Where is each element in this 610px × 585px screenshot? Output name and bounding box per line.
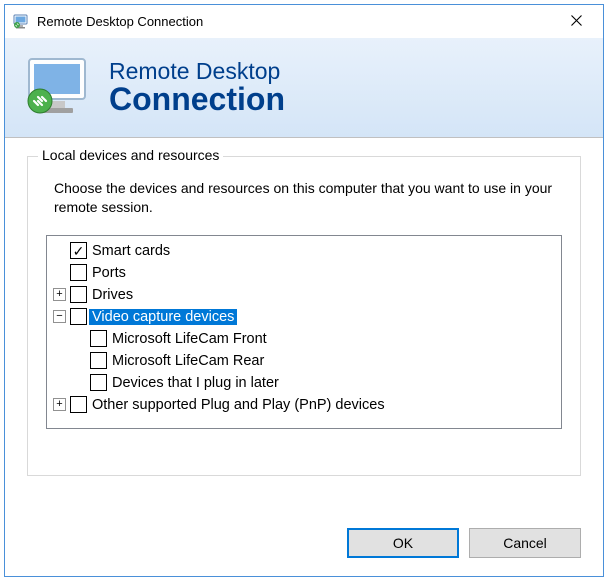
tree-item-label: Microsoft LifeCam Rear [109, 353, 267, 369]
expander-spacer [73, 354, 86, 367]
tree-item-lifecam-front[interactable]: Microsoft LifeCam Front [53, 328, 555, 350]
tree-item-label: Drives [89, 287, 136, 303]
expander-spacer [53, 266, 66, 279]
checkbox[interactable] [90, 330, 107, 347]
window-title: Remote Desktop Connection [37, 14, 553, 29]
tree-item-plug-in-later[interactable]: Devices that I plug in later [53, 372, 555, 394]
dialog-window: Remote Desktop Connection Remote Desktop… [4, 4, 604, 577]
tree-item-label: Microsoft LifeCam Front [109, 331, 270, 347]
checkbox[interactable] [90, 352, 107, 369]
banner: Remote Desktop Connection [5, 38, 603, 138]
checkbox[interactable] [90, 374, 107, 391]
expander-spacer [73, 376, 86, 389]
app-icon [13, 14, 29, 30]
ok-button[interactable]: OK [347, 528, 459, 558]
tree-item-other-pnp[interactable]: + Other supported Plug and Play (PnP) de… [53, 394, 555, 416]
expand-icon[interactable]: + [53, 398, 66, 411]
expander-spacer [53, 244, 66, 257]
tree-item-ports[interactable]: Ports [53, 262, 555, 284]
checkbox[interactable] [70, 308, 87, 325]
tree-item-smart-cards[interactable]: ✓ Smart cards [53, 240, 555, 262]
expander-spacer [73, 332, 86, 345]
tree-item-label: Devices that I plug in later [109, 375, 282, 391]
cancel-button[interactable]: Cancel [469, 528, 581, 558]
checkbox[interactable]: ✓ [70, 242, 87, 259]
banner-title-2: Connection [109, 83, 285, 117]
tree-item-label: Smart cards [89, 243, 173, 259]
content-area: Local devices and resources Choose the d… [5, 138, 603, 514]
tree-item-drives[interactable]: + Drives [53, 284, 555, 306]
expand-icon[interactable]: + [53, 288, 66, 301]
rdp-monitor-icon [23, 57, 93, 119]
tree-item-lifecam-rear[interactable]: Microsoft LifeCam Rear [53, 350, 555, 372]
close-button[interactable] [553, 7, 599, 37]
checkbox[interactable] [70, 264, 87, 281]
instruction-text: Choose the devices and resources on this… [54, 179, 554, 217]
button-row: OK Cancel [5, 514, 603, 576]
tree-item-label: Video capture devices [89, 309, 237, 325]
banner-title-1: Remote Desktop [109, 59, 285, 83]
tree-item-label: Other supported Plug and Play (PnP) devi… [89, 397, 388, 413]
checkbox[interactable] [70, 286, 87, 303]
device-tree[interactable]: ✓ Smart cards Ports + Drives − Video ca [46, 235, 562, 429]
local-devices-group: Local devices and resources Choose the d… [27, 156, 581, 476]
tree-item-video-capture[interactable]: − Video capture devices [53, 306, 555, 328]
titlebar: Remote Desktop Connection [5, 5, 603, 38]
collapse-icon[interactable]: − [53, 310, 66, 323]
checkmark-icon: ✓ [73, 244, 85, 258]
tree-item-label: Ports [89, 265, 129, 281]
banner-text: Remote Desktop Connection [109, 59, 285, 117]
group-label: Local devices and resources [38, 147, 223, 163]
checkbox[interactable] [70, 396, 87, 413]
close-icon [571, 14, 582, 29]
